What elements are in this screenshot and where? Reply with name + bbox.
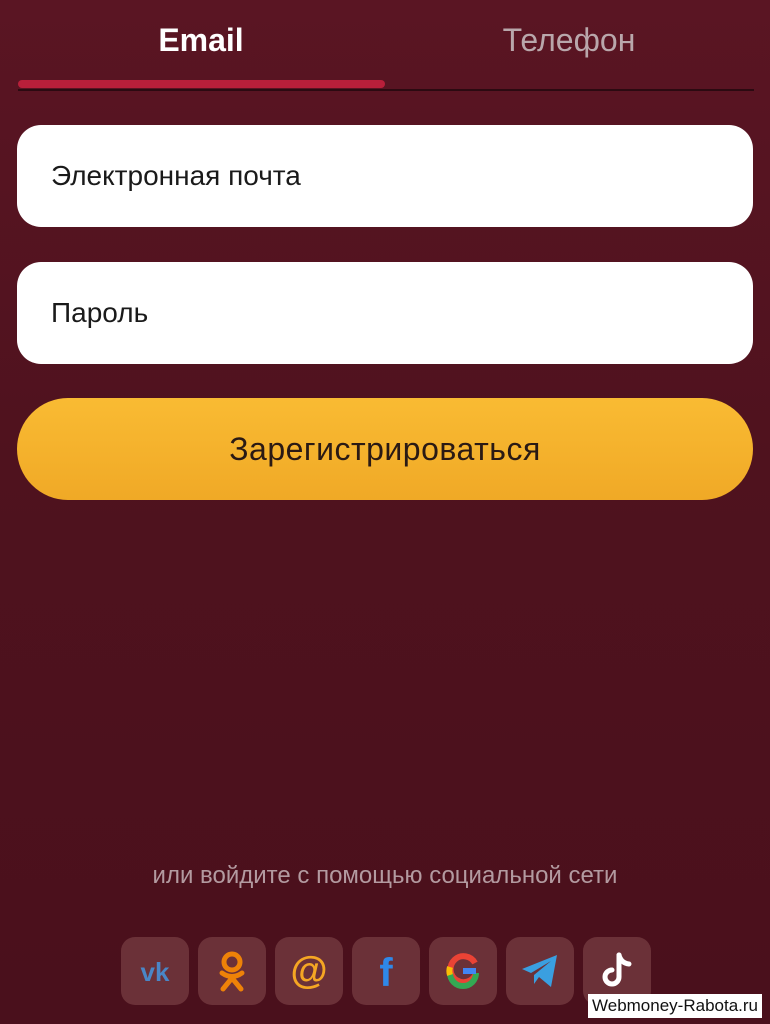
auth-tabs: Email Телефон [0,0,770,92]
mail-ru-icon: @ [290,950,327,992]
svg-text:f: f [379,951,393,993]
mail-ru-button[interactable]: @ [275,937,343,1005]
email-field[interactable] [17,125,753,227]
google-icon [446,953,479,989]
telegram-button[interactable] [506,937,574,1005]
vk-icon: vk [141,957,170,987]
social-login-caption: или войдите с помощью социальной сети [152,862,618,889]
facebook-icon: f [379,951,393,993]
odnoklassniki-icon [219,951,245,992]
watermark: Webmoney-Rabota.ru [588,994,762,1018]
odnoklassniki-button[interactable] [198,937,266,1005]
facebook-button[interactable]: f [352,937,420,1005]
social-login-buttons: vk @ f [121,937,651,1005]
tab-phone[interactable]: Телефон [385,18,753,62]
password-field[interactable] [17,262,753,364]
tab-email[interactable]: Email [20,18,382,62]
svg-text:@: @ [290,950,327,992]
tabs-divider [18,89,754,91]
tiktok-icon [602,952,632,987]
telegram-icon [522,955,557,987]
svg-text:vk: vk [141,957,170,987]
register-button[interactable]: Зарегистрироваться [17,398,753,500]
vk-button[interactable]: vk [121,937,189,1005]
active-tab-indicator [18,80,385,88]
google-button[interactable] [429,937,497,1005]
